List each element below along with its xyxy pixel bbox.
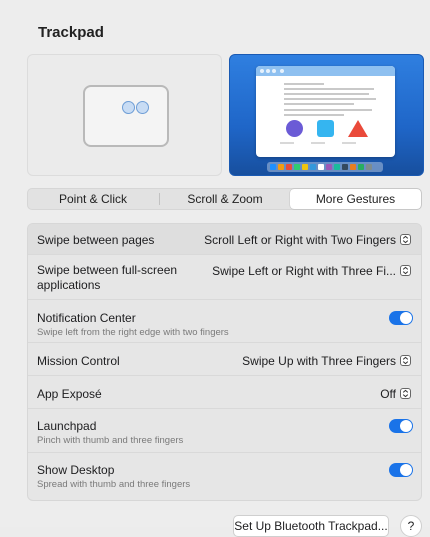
gesture-tabs: Point & Click Scroll & Zoom More Gesture… [27,188,422,210]
mission-control-popup[interactable]: Swipe Up with Three Fingers [242,354,411,368]
show-desktop-toggle[interactable] [389,463,413,477]
trackpad-illustration [27,54,222,176]
setting-label: Swipe between full-screen applications [37,263,178,292]
setting-row-notification-center: Notification Center Swipe left from the … [28,299,421,343]
setting-label: Show Desktop [37,463,115,477]
preview-titlebar [256,66,395,76]
setup-bluetooth-trackpad-button[interactable]: Set Up Bluetooth Trackpad... [233,515,389,537]
tab-point-click[interactable]: Point & Click [28,189,158,209]
swipe-pages-popup[interactable]: Scroll Left or Right with Two Fingers [204,233,411,247]
chevron-up-down-icon [400,388,411,399]
page-title: Trackpad [38,24,104,41]
launchpad-toggle[interactable] [389,419,413,433]
setting-description: Spread with thumb and three fingers [37,479,191,490]
finger-dot-icon [136,101,149,114]
setting-description: Pinch with thumb and three fingers [37,435,184,446]
setting-description: Swipe left from the right edge with two … [37,327,229,338]
setting-label: Launchpad [37,419,97,433]
popup-value: Scroll Left or Right with Two Fingers [204,233,396,247]
help-button[interactable]: ? [400,515,422,537]
app-expose-popup[interactable]: Off [380,387,411,401]
notification-center-toggle[interactable] [389,311,413,325]
popup-value: Swipe Up with Three Fingers [242,354,396,368]
purple-circle-icon [286,120,303,137]
chevron-up-down-icon [400,234,411,245]
chevron-up-down-icon [400,265,411,276]
tab-scroll-zoom[interactable]: Scroll & Zoom [160,189,290,209]
gesture-preview-video [229,54,424,176]
setting-row-swipe-pages: Swipe between pages Scroll Left or Right… [28,224,421,254]
preview-dock [267,162,383,172]
setting-label: App Exposé [37,387,102,401]
setting-row-swipe-fullscreen: Swipe between full-screen applications S… [28,254,421,300]
finger-dot-icon [122,101,135,114]
blue-square-icon [317,120,334,137]
setting-label: Mission Control [37,354,120,368]
setting-row-launchpad: Launchpad Pinch with thumb and three fin… [28,408,421,453]
swipe-fullscreen-popup[interactable]: Swipe Left or Right with Three Fi... [212,264,411,278]
red-triangle-icon [348,120,368,137]
gesture-settings-list: Swipe between pages Scroll Left or Right… [27,223,422,501]
setting-label: Notification Center [37,311,136,325]
trackpad-settings-window: Trackpad Point & Click Scroll & Zoom Mor… [0,0,430,537]
setting-row-show-desktop: Show Desktop Spread with thumb and three… [28,452,421,500]
trackpad-icon [83,85,169,147]
setting-row-app-expose: App Exposé Off [28,375,421,409]
preview-window [256,66,395,157]
setting-label: Swipe between pages [37,233,155,247]
popup-value: Off [380,387,396,401]
setting-row-mission-control: Mission Control Swipe Up with Three Fing… [28,342,421,376]
chevron-up-down-icon [400,355,411,366]
tab-more-gestures[interactable]: More Gestures [290,189,421,209]
popup-value: Swipe Left or Right with Three Fi... [212,264,396,278]
